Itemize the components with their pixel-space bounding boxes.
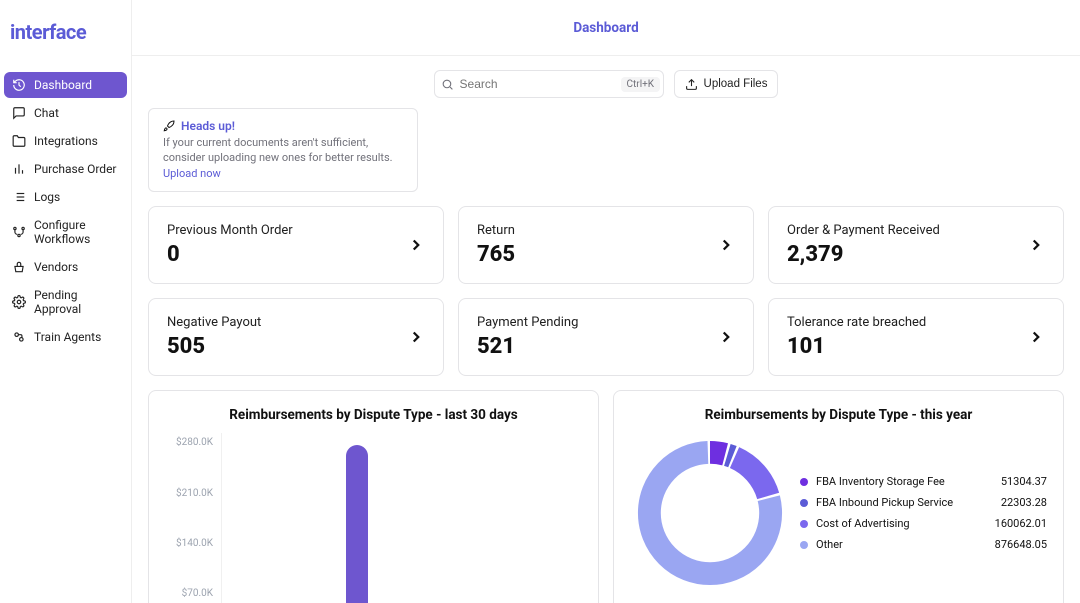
donut-chart-card: Reimbursements by Dispute Type - this ye… (613, 390, 1064, 603)
legend-label: FBA Inbound Pickup Service (816, 496, 953, 509)
message-icon (12, 106, 26, 120)
metric-value: 521 (477, 334, 578, 359)
sidebar-item-configure-workflows[interactable]: Configure Workflows (4, 212, 127, 252)
search-shortcut: Ctrl+K (621, 77, 661, 92)
upload-icon (685, 78, 698, 91)
sidebar-item-integrations[interactable]: Integrations (4, 128, 127, 154)
bar-chart-icon (12, 162, 26, 176)
sidebar-item-label: Integrations (34, 134, 98, 148)
metric-label: Return (477, 223, 515, 238)
sidebar-nav: Dashboard Chat Integrations Purchase Order L… (4, 72, 127, 350)
metric-value: 2,379 (787, 242, 940, 267)
bar-chart-yticks: $280.0K $210.0K $140.0K $70.0K (165, 433, 213, 603)
metric-label: Negative Payout (167, 315, 261, 330)
gear-icon (12, 295, 26, 309)
legend-value: 22303.28 (1001, 496, 1047, 509)
ytick-label: $210.0K (165, 488, 213, 499)
sidebar-item-label: Train Agents (34, 330, 101, 344)
metric-label: Tolerance rate breached (787, 315, 926, 330)
sidebar-item-logs[interactable]: Logs (4, 184, 127, 210)
metric-card-return[interactable]: Return 765 (458, 206, 754, 284)
sidebar-item-train-agents[interactable]: Train Agents (4, 324, 127, 350)
chevron-right-icon (717, 236, 735, 254)
legend-row: FBA Inventory Storage Fee 51304.37 (800, 471, 1047, 492)
sidebar: interface Dashboard Chat Integrations Purch… (0, 0, 132, 603)
legend-row: FBA Inbound Pickup Service 22303.28 (800, 492, 1047, 513)
chevron-right-icon (407, 328, 425, 346)
agents-icon (12, 330, 26, 344)
ytick-label: $140.0K (165, 538, 213, 549)
legend-value: 876648.05 (995, 538, 1047, 551)
chevron-right-icon (407, 236, 425, 254)
alert-body-text: If your current documents aren't suffici… (163, 136, 393, 164)
bar-chart-title: Reimbursements by Dispute Type - last 30… (165, 407, 582, 423)
clock-rotate-icon (12, 78, 26, 92)
basket-icon (12, 260, 26, 274)
legend-value: 160062.01 (995, 517, 1047, 530)
page-title: Dashboard (132, 0, 1080, 56)
metric-card-order-payment-received[interactable]: Order & Payment Received 2,379 (768, 206, 1064, 284)
upload-button-label: Upload Files (704, 78, 768, 90)
legend-label: Other (816, 538, 843, 551)
heads-up-alert: Heads up! If your current documents aren… (148, 108, 418, 192)
sidebar-item-dashboard[interactable]: Dashboard (4, 72, 127, 98)
nodes-icon (12, 225, 26, 239)
legend-dot (800, 499, 808, 507)
sidebar-item-label: Configure Workflows (34, 218, 119, 246)
bar-chart-card: Reimbursements by Dispute Type - last 30… (148, 390, 599, 603)
legend-row: Other 876648.05 (800, 534, 1047, 555)
ytick-label: $280.0K (165, 437, 213, 448)
bar (346, 445, 368, 603)
bar-chart-plot (221, 433, 582, 603)
metric-value: 101 (787, 334, 926, 359)
metric-card-tolerance-rate-breached[interactable]: Tolerance rate breached 101 (768, 298, 1064, 376)
metric-card-previous-month-order[interactable]: Previous Month Order 0 (148, 206, 444, 284)
chevron-right-icon (1027, 236, 1045, 254)
legend-dot (800, 478, 808, 486)
alert-upload-link[interactable]: Upload now (163, 167, 221, 180)
sidebar-item-label: Purchase Order (34, 162, 117, 176)
legend-dot (800, 541, 808, 549)
sidebar-item-chat[interactable]: Chat (4, 100, 127, 126)
legend-dot (800, 520, 808, 528)
metric-cards: Previous Month Order 0 Return 765 Order … (148, 206, 1064, 376)
rocket-icon (163, 120, 175, 132)
sidebar-item-label: Pending Approval (34, 288, 119, 316)
donut-chart-title: Reimbursements by Dispute Type - this ye… (630, 407, 1047, 423)
list-icon (12, 190, 26, 204)
brand-logo: interface (4, 20, 127, 44)
metric-label: Payment Pending (477, 315, 578, 330)
sidebar-item-purchase-order[interactable]: Purchase Order (4, 156, 127, 182)
ytick-label: $70.0K (165, 588, 213, 599)
search-input[interactable] (460, 77, 615, 91)
legend-label: Cost of Advertising (816, 517, 910, 530)
metric-value: 505 (167, 334, 261, 359)
alert-title: Heads up! (181, 119, 235, 133)
sidebar-item-vendors[interactable]: Vendors (4, 254, 127, 280)
sidebar-item-label: Chat (34, 106, 59, 120)
sidebar-item-pending-approval[interactable]: Pending Approval (4, 282, 127, 322)
search-input-wrapper[interactable]: Ctrl+K (434, 70, 664, 98)
chevron-right-icon (717, 328, 735, 346)
upload-files-button[interactable]: Upload Files (674, 70, 779, 98)
sidebar-item-label: Logs (34, 190, 60, 204)
metric-card-negative-payout[interactable]: Negative Payout 505 (148, 298, 444, 376)
metric-label: Previous Month Order (167, 223, 293, 238)
folder-icon (12, 134, 26, 148)
donut-chart (630, 433, 790, 593)
metric-value: 0 (167, 242, 293, 267)
metric-value: 765 (477, 242, 515, 267)
metric-label: Order & Payment Received (787, 223, 940, 238)
legend-row: Cost of Advertising 160062.01 (800, 513, 1047, 534)
sidebar-item-label: Vendors (34, 260, 78, 274)
donut-legend: FBA Inventory Storage Fee 51304.37 FBA I… (800, 471, 1047, 555)
legend-value: 51304.37 (1001, 475, 1047, 488)
chevron-right-icon (1027, 328, 1045, 346)
metric-card-payment-pending[interactable]: Payment Pending 521 (458, 298, 754, 376)
sidebar-item-label: Dashboard (34, 78, 92, 92)
legend-label: FBA Inventory Storage Fee (816, 475, 945, 488)
search-icon (441, 78, 454, 91)
